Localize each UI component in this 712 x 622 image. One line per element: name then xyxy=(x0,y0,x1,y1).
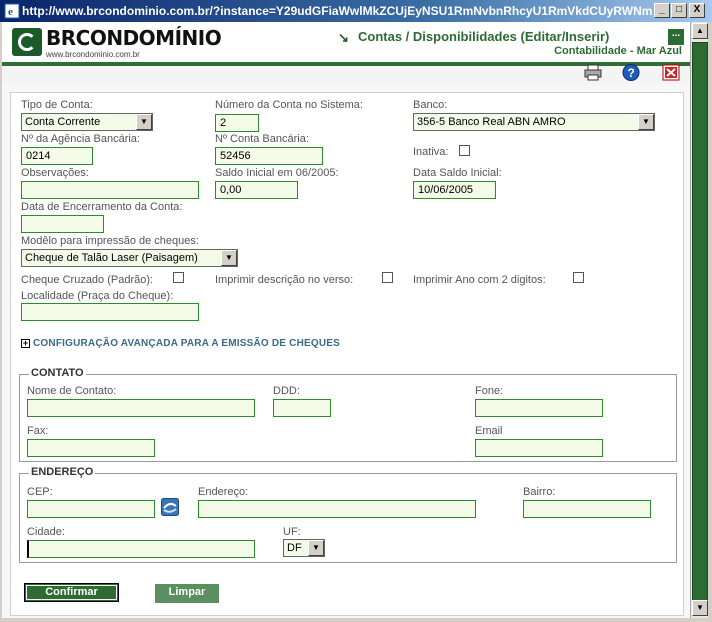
fax-input[interactable] xyxy=(27,439,155,457)
saldo-inicial-label: Saldo Inicial em 06/2005: xyxy=(215,167,339,179)
email-input[interactable] xyxy=(475,439,603,457)
modelo-cheque-value: Cheque de Talão Laser (Paisagem) xyxy=(25,252,198,264)
cidade-input[interactable] xyxy=(27,540,255,558)
printer-icon[interactable] xyxy=(584,64,602,81)
window-close-button[interactable]: X xyxy=(689,3,705,18)
email-label: Email xyxy=(475,425,503,437)
modelo-cheque-label: Modêlo para impressão de cheques: xyxy=(21,235,199,247)
banco-select[interactable]: 356-5 Banco Real ABN AMRO ▼ xyxy=(413,113,655,131)
window-border xyxy=(708,22,712,622)
ddd-label: DDD: xyxy=(273,385,300,397)
page-subtitle: Contabilidade - Mar Azul xyxy=(554,45,682,57)
uf-label: UF: xyxy=(283,526,301,538)
nome-contato-input[interactable] xyxy=(27,399,255,417)
modelo-cheque-select[interactable]: Cheque de Talão Laser (Paisagem) ▼ xyxy=(21,249,238,267)
inativa-label: Inativa: xyxy=(413,146,449,158)
logo-icon xyxy=(12,28,42,56)
cep-input[interactable] xyxy=(27,500,155,518)
cidade-label: Cidade: xyxy=(27,526,65,538)
chevron-down-icon[interactable]: ▼ xyxy=(136,114,152,130)
svg-text:?: ? xyxy=(628,66,635,80)
uf-select[interactable]: DF ▼ xyxy=(283,539,325,557)
endereco-input[interactable] xyxy=(198,500,476,518)
conta-bancaria-input[interactable]: 52456 xyxy=(215,147,323,165)
tipo-conta-value: Conta Corrente xyxy=(25,116,101,128)
form-panel: Tipo de Conta: Conta Corrente ▼ Número d… xyxy=(10,92,684,616)
svg-text:e: e xyxy=(8,6,13,18)
endereco-legend: ENDEREÇO xyxy=(29,466,96,478)
fone-input[interactable] xyxy=(475,399,603,417)
agencia-input[interactable]: 0214 xyxy=(21,147,93,165)
conta-bancaria-label: Nº Conta Bancária: xyxy=(215,133,309,145)
contato-legend: CONTATO xyxy=(29,367,86,379)
window-title: http://www.brcondominio.com.br/?instance… xyxy=(22,4,652,18)
config-avancada-link[interactable]: CONFIGURAÇÃO AVANÇADA PARA A EMISSÃO DE … xyxy=(33,338,340,349)
chevron-down-icon[interactable]: ▼ xyxy=(221,250,237,266)
data-saldo-input[interactable]: 10/06/2005 xyxy=(413,181,496,199)
observacoes-label: Observações: xyxy=(21,167,89,179)
window-border xyxy=(0,618,712,622)
agencia-label: Nº da Agência Bancária: xyxy=(21,133,140,145)
scroll-up-icon[interactable]: ▲ xyxy=(692,23,708,39)
imprimir-verso-checkbox[interactable] xyxy=(382,272,393,283)
tipo-conta-label: Tipo de Conta: xyxy=(21,99,93,111)
minimize-button[interactable]: _ xyxy=(654,3,670,18)
numero-conta-input[interactable]: 2 xyxy=(215,114,259,132)
saldo-inicial-input[interactable]: 0,00 xyxy=(215,181,298,199)
data-encerramento-input[interactable] xyxy=(21,215,104,233)
cheque-cruzado-checkbox[interactable] xyxy=(173,272,184,283)
localidade-label: Localidade (Praça do Cheque): xyxy=(21,290,174,302)
arrow-icon: ↘ xyxy=(338,30,349,45)
browser-icon: e xyxy=(4,3,20,19)
logo-text: BRCONDOMÍNIO xyxy=(46,26,222,50)
page-title: Contas / Disponibilidades (Editar/Inseri… xyxy=(358,29,610,44)
fone-label: Fone: xyxy=(475,385,504,397)
page-header: BRCONDOMÍNIO www.brcondominio.com.br ↘ C… xyxy=(0,22,690,62)
tipo-conta-select[interactable]: Conta Corrente ▼ xyxy=(21,113,153,131)
imprimir-ano-label: Imprimir Ano com 2 digitos: xyxy=(413,274,546,286)
expand-plus-icon[interactable]: + xyxy=(21,339,30,348)
cep-label: CEP: xyxy=(27,486,53,498)
logo-url: www.brcondominio.com.br xyxy=(46,50,140,59)
ddd-input[interactable] xyxy=(273,399,331,417)
numero-conta-label: Número da Conta no Sistema: xyxy=(215,99,363,111)
cep-search-icon[interactable] xyxy=(161,498,179,516)
inativa-checkbox[interactable] xyxy=(459,145,470,156)
limpar-button[interactable]: Limpar xyxy=(155,584,219,603)
vertical-scrollbar[interactable]: ▲ ▼ xyxy=(690,22,708,620)
uf-value: DF xyxy=(287,542,302,554)
nome-contato-label: Nome de Contato: xyxy=(27,385,117,397)
data-saldo-label: Data Saldo Inicial: xyxy=(413,167,502,179)
chevron-down-icon[interactable]: ▼ xyxy=(308,540,324,556)
chevron-down-icon[interactable]: ▼ xyxy=(638,114,654,130)
maximize-button[interactable]: □ xyxy=(671,3,687,18)
imprimir-verso-label: Imprimir descrição no verso: xyxy=(215,274,354,286)
menu-button[interactable]: ... xyxy=(668,29,684,45)
fax-label: Fax: xyxy=(27,425,49,437)
observacoes-input[interactable] xyxy=(21,181,199,199)
confirmar-button[interactable]: Confirmar xyxy=(24,583,119,602)
data-encerramento-label: Data de Encerramento da Conta: xyxy=(21,201,183,213)
bairro-label: Bairro: xyxy=(523,486,556,498)
banco-value: 356-5 Banco Real ABN AMRO xyxy=(417,116,566,128)
banco-label: Banco: xyxy=(413,99,448,111)
scroll-down-icon[interactable]: ▼ xyxy=(692,600,708,616)
close-icon[interactable] xyxy=(662,64,680,81)
bairro-input[interactable] xyxy=(523,500,651,518)
imprimir-ano-checkbox[interactable] xyxy=(573,272,584,283)
form-area: Tipo de Conta: Conta Corrente ▼ Número d… xyxy=(2,84,690,620)
cheque-cruzado-label: Cheque Cruzado (Padrão): xyxy=(21,274,154,286)
window-title-bar: e http://www.brcondominio.com.br/?instan… xyxy=(0,0,712,22)
help-icon[interactable]: ? xyxy=(622,64,640,81)
endereco-label: Endereço: xyxy=(198,486,249,498)
localidade-input[interactable] xyxy=(21,303,199,321)
scrollbar-thumb[interactable] xyxy=(692,42,708,602)
